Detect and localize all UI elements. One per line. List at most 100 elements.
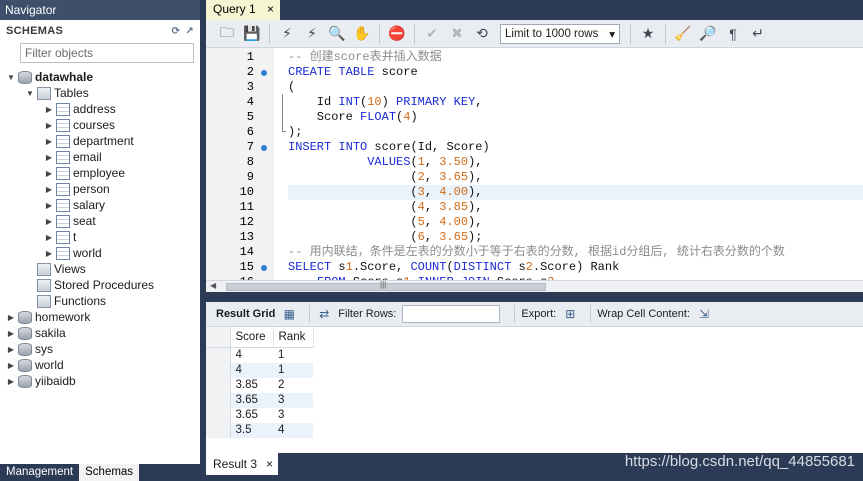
table-node[interactable]: ▶ department <box>0 133 200 149</box>
code-line[interactable]: (5, 4.00), <box>288 215 863 230</box>
tab-schemas[interactable]: Schemas <box>79 464 140 481</box>
code-line[interactable]: (3, 4.00), <box>288 185 863 200</box>
tab-result-3[interactable]: Result 3 × <box>206 453 278 475</box>
schema-node[interactable]: ▼ datawhale <box>0 69 200 85</box>
close-icon[interactable]: × <box>266 453 273 475</box>
code-line[interactable]: (4, 3.85), <box>288 200 863 215</box>
tree-folder-node[interactable]: ▼ Tables <box>0 85 200 101</box>
autocommit-icon[interactable]: ⟲ <box>471 23 493 45</box>
schema-node[interactable]: ▶ sakila <box>0 325 200 341</box>
schema-node[interactable]: ▶ yiibaidb <box>0 373 200 389</box>
expand-right-icon[interactable]: ▶ <box>44 121 54 130</box>
expand-right-icon[interactable]: ▶ <box>44 105 54 114</box>
find-icon[interactable]: 🔎 <box>697 23 719 45</box>
expand-right-icon[interactable]: ▶ <box>44 185 54 194</box>
execute-current-icon[interactable]: ⚡ <box>301 23 323 45</box>
tree-folder-node[interactable]: Views <box>0 261 200 277</box>
code-line[interactable]: Score FLOAT(4) <box>288 110 863 125</box>
commit-icon[interactable]: ✔ <box>421 23 443 45</box>
export-icon[interactable]: ⊞ <box>562 307 578 321</box>
stop-icon[interactable]: ✋ <box>351 23 373 45</box>
table-row[interactable]: 3.65 3 <box>206 407 313 423</box>
cell-score[interactable]: 3.65 <box>230 408 273 423</box>
refresh-icon[interactable]: ⟳ <box>172 26 181 37</box>
cell-score[interactable]: 4 <box>230 362 273 378</box>
table-row[interactable]: 41 <box>206 362 313 378</box>
table-row[interactable]: 41 <box>206 347 313 363</box>
code-line[interactable]: ( <box>288 80 863 95</box>
expand-right-icon[interactable]: ▶ <box>6 329 16 338</box>
bookmark-star-icon[interactable]: ★ <box>637 23 659 45</box>
cell-score[interactable]: 3.5 <box>230 422 273 438</box>
row-header[interactable] <box>206 392 231 408</box>
code-line[interactable]: Id INT(10) PRIMARY KEY, <box>288 95 863 110</box>
table-row[interactable]: 3.85 2 <box>206 377 313 393</box>
tree-folder-node[interactable]: Stored Procedures <box>0 277 200 293</box>
expand-right-icon[interactable]: ▶ <box>6 345 16 354</box>
expand-right-icon[interactable]: ▶ <box>44 137 54 146</box>
close-icon[interactable]: × <box>267 0 274 20</box>
refresh-icon[interactable]: ⇄ <box>316 307 332 321</box>
save-icon[interactable]: 💾 <box>241 23 263 45</box>
table-node[interactable]: ▶ email <box>0 149 200 165</box>
code-line[interactable]: SELECT s1.Score, COUNT(DISTINCT s2.Score… <box>288 260 863 275</box>
expand-right-icon[interactable]: ▶ <box>44 169 54 178</box>
cell-score[interactable]: 3.65 <box>230 392 273 408</box>
grid-view-icon[interactable]: ▦ <box>281 307 297 321</box>
column-header-score[interactable]: Score <box>230 327 274 348</box>
cell-rank[interactable]: 3 <box>273 408 313 423</box>
expand-right-icon[interactable]: ▶ <box>44 217 54 226</box>
cell-rank[interactable]: 1 <box>273 362 313 378</box>
tab-query-1[interactable]: Query 1 × <box>206 0 280 20</box>
cell-rank[interactable]: 1 <box>273 347 313 363</box>
limit-rows-select[interactable]: Limit to 1000 rows ▾ <box>500 23 620 44</box>
schema-node[interactable]: ▶ sys <box>0 341 200 357</box>
editor-code[interactable]: -- 创建score表并插入数据 CREATE TABLE score( Id I… <box>288 48 863 280</box>
expand-right-icon[interactable]: ▶ <box>6 377 16 386</box>
tab-management[interactable]: Management <box>0 464 79 481</box>
invisible-chars-icon[interactable]: ¶ <box>722 23 744 45</box>
table-node[interactable]: ▶ courses <box>0 117 200 133</box>
code-line[interactable]: ); <box>288 125 863 140</box>
code-line[interactable]: (6, 3.65); <box>288 230 863 245</box>
execute-icon[interactable]: ⚡ <box>276 23 298 45</box>
code-line[interactable]: -- 创建score表并插入数据 <box>288 50 863 65</box>
rollback-icon[interactable]: ✖ <box>446 23 468 45</box>
schema-node[interactable]: ▶ homework <box>0 309 200 325</box>
row-header[interactable] <box>206 362 231 378</box>
table-node[interactable]: ▶ person <box>0 181 200 197</box>
expand-right-icon[interactable]: ▶ <box>44 249 54 258</box>
cell-rank[interactable]: 3 <box>273 392 313 408</box>
table-node[interactable]: ▶ seat <box>0 213 200 229</box>
filter-objects-input[interactable] <box>20 43 194 63</box>
result-grid-label[interactable]: Result Grid <box>216 308 275 320</box>
expand-right-icon[interactable]: ▶ <box>6 313 16 322</box>
code-line[interactable]: VALUES(1, 3.50), <box>288 155 863 170</box>
beautify-icon[interactable]: 🧹 <box>672 23 694 45</box>
table-node[interactable]: ▶ world <box>0 245 200 261</box>
panel-splitter[interactable] <box>206 292 863 302</box>
column-header-rank[interactable]: Rank <box>273 327 314 348</box>
schema-node[interactable]: ▶ world <box>0 357 200 373</box>
cell-score[interactable]: 3.85 <box>230 378 273 393</box>
cell-rank[interactable]: 4 <box>273 422 313 438</box>
row-header[interactable] <box>206 377 231 393</box>
row-header[interactable] <box>206 407 231 423</box>
expand-down-icon[interactable]: ▼ <box>25 89 35 98</box>
explain-icon[interactable]: 🔍 <box>326 23 348 45</box>
table-row[interactable]: 3.65 3 <box>206 392 313 408</box>
expand-right-icon[interactable]: ▶ <box>44 233 54 242</box>
cell-rank[interactable]: 2 <box>273 378 313 393</box>
toggle-error-icon[interactable]: ⛔ <box>386 23 408 45</box>
sql-editor[interactable]: 12345678910111213141516 -- 创建score表并插入数据… <box>206 48 863 280</box>
code-line[interactable]: -- 用内联结，条件是左表的分数小于等于右表的分数, 根据id分组后, 统计右表… <box>288 245 863 260</box>
expand-right-icon[interactable]: ▶ <box>44 153 54 162</box>
code-line[interactable]: CREATE TABLE score <box>288 65 863 80</box>
code-line[interactable]: (2, 3.65), <box>288 170 863 185</box>
collapse-icon[interactable]: ↗ <box>185 26 194 37</box>
table-node[interactable]: ▶ employee <box>0 165 200 181</box>
row-header[interactable] <box>206 347 231 363</box>
filter-rows-input[interactable] <box>402 305 501 323</box>
scroll-left-icon[interactable]: ◀ <box>210 281 216 290</box>
code-line[interactable]: INSERT INTO score(Id, Score) <box>288 140 863 155</box>
